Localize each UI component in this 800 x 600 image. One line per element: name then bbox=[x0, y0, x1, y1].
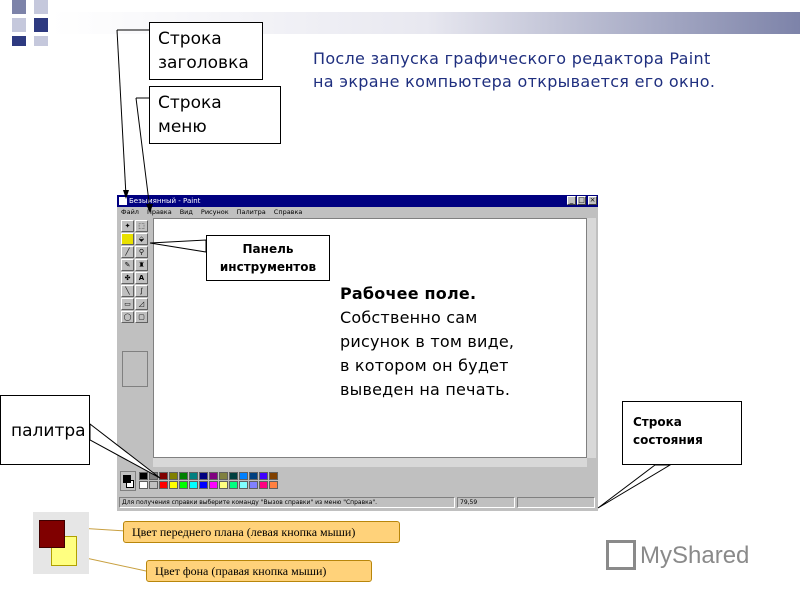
palette-swatch[interactable] bbox=[199, 472, 208, 480]
palette-swatch[interactable] bbox=[139, 481, 148, 489]
paint-toolbox: ✦ ⬚ ⬙ ╱ ⚲ ✎ ♜ ✤ A ╲ ∫ ▭ ◿ ◯ ▢ bbox=[119, 218, 151, 458]
paint-menu-bar: Файл Правка Вид Рисунок Палитра Справка bbox=[117, 207, 598, 218]
palette-swatch[interactable] bbox=[239, 472, 248, 480]
palette-swatch[interactable] bbox=[169, 472, 178, 480]
pointer-title-bar-down bbox=[116, 29, 127, 197]
close-icon[interactable]: × bbox=[588, 196, 597, 205]
line-icon[interactable]: ╲ bbox=[121, 285, 134, 297]
text-icon[interactable]: A bbox=[135, 272, 148, 284]
fill-icon[interactable]: ⬙ bbox=[135, 233, 148, 245]
menu-item-help[interactable]: Справка bbox=[274, 208, 303, 216]
menu-item-palette[interactable]: Палитра bbox=[237, 208, 266, 216]
palette-swatch[interactable] bbox=[209, 472, 218, 480]
decor-square-6 bbox=[34, 36, 48, 46]
decor-square-3 bbox=[12, 18, 26, 32]
decor-square-2 bbox=[34, 0, 48, 14]
palette-swatch[interactable] bbox=[269, 481, 278, 489]
decor-square-1 bbox=[12, 0, 26, 14]
rectangle-icon[interactable]: ▭ bbox=[121, 298, 134, 310]
palette-swatch[interactable] bbox=[209, 481, 218, 489]
free-select-icon[interactable]: ✦ bbox=[121, 220, 134, 232]
pencil-icon[interactable]: ✎ bbox=[121, 259, 134, 271]
palette-swatch[interactable] bbox=[219, 481, 228, 489]
rect-select-icon[interactable]: ⬚ bbox=[135, 220, 148, 232]
status-message: Для получения справки выберите команду "… bbox=[119, 497, 455, 508]
menu-item-edit[interactable]: Правка bbox=[147, 208, 172, 216]
myshared-logo: MyShared bbox=[606, 536, 749, 576]
palette-swatch[interactable] bbox=[149, 472, 158, 480]
brush-icon[interactable]: ♜ bbox=[135, 259, 148, 271]
color-palette bbox=[117, 468, 598, 496]
airbrush-icon[interactable]: ✤ bbox=[121, 272, 134, 284]
palette-swatch[interactable] bbox=[229, 481, 238, 489]
palette-swatch[interactable] bbox=[169, 481, 178, 489]
paint-app-icon bbox=[119, 197, 127, 205]
foreground-color-label: Цвет переднего плана (левая кнопка мыши) bbox=[123, 521, 400, 543]
maximize-icon[interactable]: □ bbox=[577, 196, 586, 205]
palette-swatch[interactable] bbox=[149, 481, 158, 489]
decor-square-5 bbox=[12, 36, 26, 46]
palette-swatch[interactable] bbox=[189, 472, 198, 480]
paint-title-bar[interactable]: Безымянный - Paint _ □ × bbox=[117, 195, 598, 207]
callout-menu-bar: Строка меню bbox=[149, 86, 281, 144]
paint-status-bar: Для получения справки выберите команду "… bbox=[117, 496, 598, 510]
polygon-icon[interactable]: ◿ bbox=[135, 298, 148, 310]
callout-palette: палитра bbox=[0, 395, 90, 465]
eraser-icon[interactable] bbox=[121, 233, 134, 245]
color-picker-icon[interactable]: ╱ bbox=[121, 246, 134, 258]
decor-square-4 bbox=[34, 18, 48, 32]
pointer-status-bar bbox=[597, 464, 672, 509]
horizontal-scrollbar[interactable] bbox=[153, 458, 587, 467]
work-area-text: Рабочее поле. Собственно сам рисунок в т… bbox=[340, 282, 525, 402]
palette-swatch[interactable] bbox=[199, 481, 208, 489]
palette-swatch[interactable] bbox=[159, 472, 168, 480]
pointer-menu-bar-down bbox=[135, 97, 151, 211]
color-sample-box bbox=[33, 512, 89, 574]
palette-swatch[interactable] bbox=[259, 481, 268, 489]
callout-status-bar: Строка состояния bbox=[622, 401, 742, 465]
menu-item-view[interactable]: Вид bbox=[180, 208, 193, 216]
vertical-scrollbar[interactable] bbox=[587, 218, 596, 458]
tool-options-box[interactable] bbox=[122, 351, 148, 387]
palette-swatch[interactable] bbox=[179, 472, 188, 480]
palette-swatch[interactable] bbox=[249, 472, 258, 480]
menu-item-image[interactable]: Рисунок bbox=[201, 208, 229, 216]
presentation-icon bbox=[606, 539, 636, 570]
palette-swatch[interactable] bbox=[269, 472, 278, 480]
palette-swatch[interactable] bbox=[189, 481, 198, 489]
palette-swatch[interactable] bbox=[139, 472, 148, 480]
palette-swatch[interactable] bbox=[229, 472, 238, 480]
work-area-body: Собственно сам рисунок в том виде, в кот… bbox=[340, 308, 515, 399]
curve-icon[interactable]: ∫ bbox=[135, 285, 148, 297]
palette-swatch[interactable] bbox=[259, 472, 268, 480]
foreground-color-swatch bbox=[39, 520, 65, 548]
menu-item-file[interactable]: Файл bbox=[121, 208, 139, 216]
minimize-icon[interactable]: _ bbox=[567, 196, 576, 205]
status-size-panel bbox=[517, 497, 595, 508]
callout-title-bar: Строка заголовка bbox=[149, 22, 263, 80]
work-area-heading: Рабочее поле. bbox=[340, 284, 477, 303]
status-coordinates: 79,59 bbox=[457, 497, 515, 508]
ellipse-icon[interactable]: ◯ bbox=[121, 311, 134, 323]
palette-swatch[interactable] bbox=[179, 481, 188, 489]
background-color-label: Цвет фона (правая кнопка мыши) bbox=[146, 560, 372, 582]
palette-swatch[interactable] bbox=[219, 472, 228, 480]
palette-swatch[interactable] bbox=[249, 481, 258, 489]
callout-toolbox: Панель инструментов bbox=[206, 235, 330, 281]
palette-swatch[interactable] bbox=[239, 481, 248, 489]
magnifier-icon[interactable]: ⚲ bbox=[135, 246, 148, 258]
rounded-rect-icon[interactable]: ▢ bbox=[135, 311, 148, 323]
palette-swatch[interactable] bbox=[159, 481, 168, 489]
current-colors-box[interactable] bbox=[120, 471, 136, 491]
intro-text: После запуска графического редактора Pai… bbox=[313, 49, 716, 91]
current-foreground-color bbox=[123, 475, 131, 483]
paint-window-title: Безымянный - Paint bbox=[129, 197, 201, 205]
